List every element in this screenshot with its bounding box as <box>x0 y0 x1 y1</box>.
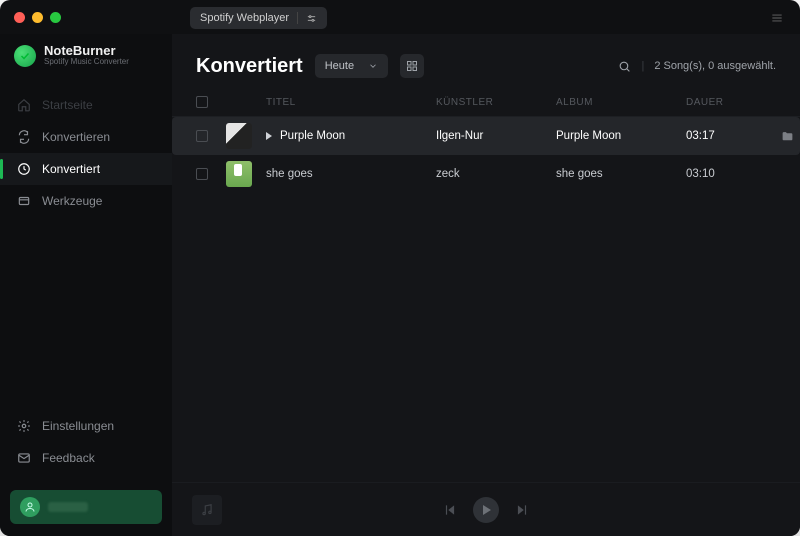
gear-icon <box>16 418 32 434</box>
col-album: ALBUM <box>556 97 686 108</box>
sidebar-item-label: Startseite <box>42 98 93 112</box>
window-controls <box>14 12 61 23</box>
track-album: Purple Moon <box>556 130 686 142</box>
main-panel: Konvertiert Heute | 2 Song(s), 0 ausgewä… <box>172 34 800 536</box>
tracks-table: TITEL KÜNSTLER ALBUM DAUER Purple Moon I… <box>172 88 800 482</box>
table-row[interactable]: she goes zeck she goes 03:10 <box>172 155 800 193</box>
filter-label: Heute <box>325 60 354 72</box>
sidebar-item-label: Konvertieren <box>42 130 110 144</box>
album-cover <box>226 123 252 149</box>
sidebar-item-label: Einstellungen <box>42 419 114 433</box>
user-account-pill[interactable] <box>10 490 162 524</box>
track-title: she goes <box>266 168 313 180</box>
nav: Startseite Konvertieren Konvertiert Werk… <box>0 83 172 223</box>
sidebar-item-tools[interactable]: Werkzeuge <box>0 185 172 217</box>
tools-icon <box>16 193 32 209</box>
col-title: TITEL <box>266 97 436 108</box>
sidebar-item-feedback[interactable]: Feedback <box>0 442 172 474</box>
track-duration: 03:10 <box>686 168 766 180</box>
titlebar: Spotify Webplayer <box>0 0 800 34</box>
playbar <box>172 482 800 536</box>
maximize-window-button[interactable] <box>50 12 61 23</box>
table-header: TITEL KÜNSTLER ALBUM DAUER <box>172 88 800 117</box>
brand: NoteBurner Spotify Music Converter <box>0 40 172 83</box>
sidebar-item-label: Feedback <box>42 451 95 465</box>
main-header: Konvertiert Heute | 2 Song(s), 0 ausgewä… <box>172 34 800 88</box>
convert-icon <box>16 129 32 145</box>
close-window-button[interactable] <box>14 12 25 23</box>
select-all-checkbox[interactable] <box>196 96 208 108</box>
sidebar-item-settings[interactable]: Einstellungen <box>0 410 172 442</box>
clock-icon <box>16 161 32 177</box>
row-checkbox[interactable] <box>196 130 208 142</box>
col-artist: KÜNSTLER <box>436 97 556 108</box>
source-selector[interactable]: Spotify Webplayer <box>190 7 327 29</box>
track-artist: Ilgen-Nur <box>436 130 556 142</box>
page-title: Konvertiert <box>196 55 303 78</box>
search-icon[interactable] <box>618 60 631 73</box>
next-track-button[interactable] <box>515 503 529 517</box>
sidebar: NoteBurner Spotify Music Converter Start… <box>0 34 172 536</box>
folder-icon[interactable] <box>781 130 794 143</box>
brand-subtitle: Spotify Music Converter <box>44 58 129 67</box>
separator: | <box>641 60 644 72</box>
col-duration: DAUER <box>686 97 766 108</box>
sidebar-item-label: Werkzeuge <box>42 194 102 208</box>
app-window: Spotify Webplayer NoteBurner Spotify Mus… <box>0 0 800 536</box>
selection-status: 2 Song(s), 0 ausgewählt. <box>654 60 776 72</box>
table-row[interactable]: Purple Moon Ilgen-Nur Purple Moon 03:17 <box>172 117 800 155</box>
brand-name: NoteBurner <box>44 44 129 58</box>
play-button[interactable] <box>473 497 499 523</box>
brand-logo-icon <box>14 45 36 67</box>
menu-icon[interactable] <box>770 11 784 25</box>
date-filter-dropdown[interactable]: Heute <box>315 54 388 78</box>
sidebar-item-converted[interactable]: Konvertiert <box>0 153 172 185</box>
separator <box>297 12 298 24</box>
bottom-nav: Einstellungen Feedback <box>0 406 172 484</box>
user-name-blurred <box>48 502 88 512</box>
now-playing-cover <box>192 495 222 525</box>
previous-track-button[interactable] <box>443 503 457 517</box>
minimize-window-button[interactable] <box>32 12 43 23</box>
play-icon <box>483 505 491 515</box>
user-avatar-icon <box>20 497 40 517</box>
track-album: she goes <box>556 168 686 180</box>
track-duration: 03:17 <box>686 130 766 142</box>
view-grid-button[interactable] <box>400 54 424 78</box>
chevron-down-icon <box>368 61 378 71</box>
source-label: Spotify Webplayer <box>200 12 289 24</box>
album-cover <box>226 161 252 187</box>
settings-sliders-icon <box>306 13 317 24</box>
sidebar-item-home[interactable]: Startseite <box>0 89 172 121</box>
sidebar-item-convert[interactable]: Konvertieren <box>0 121 172 153</box>
track-title: Purple Moon <box>280 130 345 142</box>
mail-icon <box>16 450 32 466</box>
home-icon <box>16 97 32 113</box>
track-artist: zeck <box>436 168 556 180</box>
play-icon[interactable] <box>266 132 272 140</box>
row-checkbox[interactable] <box>196 168 208 180</box>
sidebar-item-label: Konvertiert <box>42 162 100 176</box>
